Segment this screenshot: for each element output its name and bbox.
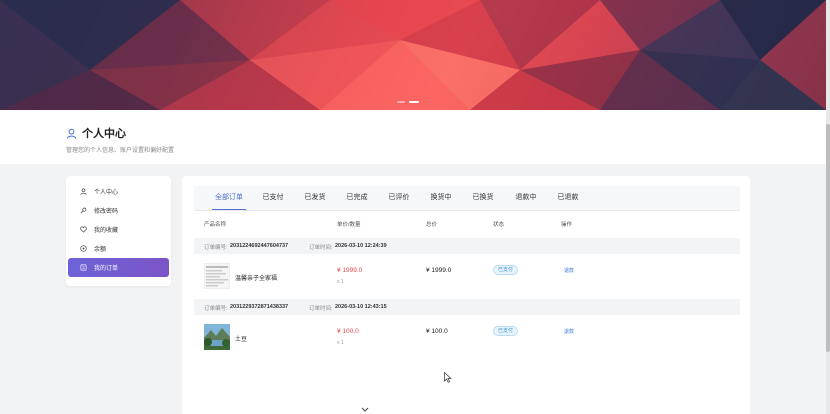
order-time-label: 订单时间: xyxy=(309,245,333,251)
sidebar-item-label: 余额 xyxy=(94,247,107,253)
carousel-indicators[interactable] xyxy=(397,101,419,103)
product-thumbnail[interactable] xyxy=(204,324,230,350)
order-icon xyxy=(78,263,88,273)
order-row: 土豆 ¥ 100.0 x 1 ¥ 100.0 已支付 退款 xyxy=(194,316,740,356)
order-header: 订单编号: 2031229372871438337 订单时间: 2026-03-… xyxy=(194,299,740,315)
order-status-tabs: 全部订单 已支付 已发货 已完成 已评价 换货中 已换货 退款中 已退款 xyxy=(194,186,740,211)
status-badge: 已支付 xyxy=(493,326,519,336)
sidebar-item-orders[interactable]: 我的订单 xyxy=(68,258,169,277)
order-time: 2026-03-10 12:24:39 xyxy=(335,243,387,249)
col-total: 总价 xyxy=(426,222,438,228)
balance-icon xyxy=(78,244,88,254)
unit-price: ¥ 100.0 xyxy=(337,328,359,335)
product-thumbnail[interactable] xyxy=(204,263,230,289)
orders-panel: 全部订单 已支付 已发货 已完成 已评价 换货中 已换货 退款中 已退款 产品名… xyxy=(182,176,750,414)
order-row: 温馨亲子全家福 ¥ 1999.0 x 1 ¥ 1999.0 已支付 退款 xyxy=(194,255,740,295)
key-icon xyxy=(78,206,88,216)
scrollbar-thumb[interactable] xyxy=(826,124,830,352)
col-status: 状态 xyxy=(493,222,505,228)
page-subtitle: 管理您的个人信息、账户设置和偏好配置 xyxy=(66,148,175,154)
col-unit-price-qty: 单价/数量 xyxy=(337,222,361,228)
sidebar-item-balance[interactable]: 余额 xyxy=(68,239,169,258)
tab-reviewed[interactable]: 已评价 xyxy=(386,186,412,210)
order-time-label: 订单时间: xyxy=(309,306,333,312)
orders-table-header: 产品名称 单价/数量 总价 状态 操作 xyxy=(194,212,740,234)
quantity: x 1 xyxy=(337,279,344,285)
page-title-text: 个人中心 xyxy=(82,128,126,140)
order-header: 订单编号: 2031224692447604737 订单时间: 2026-03-… xyxy=(194,238,740,254)
page-header: 个人中心 管理您的个人信息、账户设置和偏好配置 xyxy=(0,110,826,164)
order-number-label: 订单编号: xyxy=(204,245,228,251)
tab-refunded[interactable]: 已退款 xyxy=(555,186,581,210)
product-name[interactable]: 温馨亲子全家福 xyxy=(235,273,277,282)
refund-link[interactable]: 退款 xyxy=(564,328,574,335)
status-badge: 已支付 xyxy=(493,265,519,275)
hero-banner xyxy=(0,0,826,110)
quantity: x 1 xyxy=(337,340,344,346)
sidebar-item-label: 我的订单 xyxy=(94,266,119,272)
user-icon xyxy=(78,187,88,197)
page-scrollbar[interactable] xyxy=(826,0,830,414)
user-icon xyxy=(66,128,77,139)
order-time: 2026-03-10 12:43:15 xyxy=(335,304,387,310)
heart-icon xyxy=(78,225,88,235)
carousel-dot[interactable] xyxy=(397,101,405,103)
refund-link[interactable]: 退款 xyxy=(564,267,574,274)
unit-price: ¥ 1999.0 xyxy=(337,267,363,274)
tab-exchanging[interactable]: 换货中 xyxy=(428,186,454,210)
chevron-down-icon[interactable] xyxy=(361,407,369,413)
col-action: 操作 xyxy=(561,222,573,228)
product-name[interactable]: 土豆 xyxy=(235,334,247,343)
sidebar: 个人中心 修改密码 我的收藏 余额 我的订单 xyxy=(66,176,171,286)
tab-shipped[interactable]: 已发货 xyxy=(302,186,328,210)
order-number: 2031229372871438337 xyxy=(230,304,289,310)
page-title: 个人中心 xyxy=(66,125,126,141)
tab-exchanged[interactable]: 已换货 xyxy=(470,186,496,210)
sidebar-item-favorites[interactable]: 我的收藏 xyxy=(68,220,169,239)
sidebar-item-label: 我的收藏 xyxy=(94,228,119,234)
carousel-dot-active[interactable] xyxy=(409,101,419,103)
sidebar-item-label: 修改密码 xyxy=(94,209,119,215)
order-number: 2031224692447604737 xyxy=(230,243,289,249)
total-price: ¥ 1999.0 xyxy=(426,267,452,274)
sidebar-item-password[interactable]: 修改密码 xyxy=(68,201,169,220)
tab-refunding[interactable]: 退款中 xyxy=(513,186,539,210)
tab-all-orders[interactable]: 全部订单 xyxy=(212,186,246,210)
total-price: ¥ 100.0 xyxy=(426,328,448,335)
tab-completed[interactable]: 已完成 xyxy=(344,186,370,210)
mouse-cursor-icon xyxy=(444,372,452,383)
order-number-label: 订单编号: xyxy=(204,306,228,312)
col-product-name: 产品名称 xyxy=(204,222,227,228)
banner-polygon-art xyxy=(0,0,826,110)
tab-paid[interactable]: 已支付 xyxy=(260,186,286,210)
sidebar-item-profile[interactable]: 个人中心 xyxy=(68,182,169,201)
sidebar-item-label: 个人中心 xyxy=(94,190,119,196)
